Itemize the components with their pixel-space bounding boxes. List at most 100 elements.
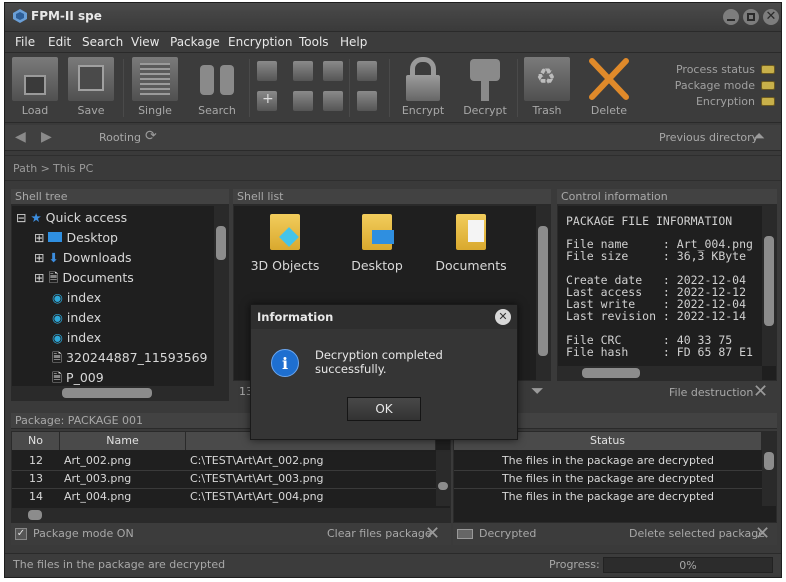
menu-package[interactable]: Package [170,35,220,49]
scrollbar-thumb[interactable] [28,510,42,520]
file-icon: 🗎 [52,350,63,365]
window-title: FPM-II spe [31,9,102,23]
tree-item-file[interactable]: 🗎 P_009 [52,368,104,388]
forward-arrow-icon[interactable]: ▶ [41,129,52,145]
tree-item-index[interactable]: ◉ index [52,308,101,328]
close-button[interactable]: ✕ [763,9,779,25]
scrollbar-thumb[interactable] [764,236,774,326]
drive-icon[interactable] [357,91,377,111]
path-value[interactable]: This PC [53,162,93,175]
menu-edit[interactable]: Edit [48,35,71,49]
list-item-desktop[interactable]: Desktop [342,214,412,273]
delete-x-icon[interactable]: ✕ [755,523,770,545]
rooting-label[interactable]: Rooting [99,131,141,144]
scrollbar-thumb[interactable] [538,226,548,356]
menu-tools[interactable]: Tools [299,35,329,49]
window-icon[interactable] [293,61,313,81]
single-label: Single [138,104,172,117]
cell-path: C:\TEST\Art\Art_004.png [190,490,324,503]
menu-file[interactable]: File [15,35,35,49]
progress-value: 0% [679,559,697,572]
edge-browser-icon: ◉ [52,290,63,305]
menu-search[interactable]: Search [82,35,123,49]
notebook-grid: Status The files in the package are decr… [453,431,777,523]
decrypted-indicator [457,529,473,539]
previous-directory-label[interactable]: Previous directory [659,131,758,144]
refresh-icon[interactable]: ⟳ [145,128,157,144]
tree-item-desktop[interactable]: ⊞ Desktop [34,228,118,248]
dialog-title-bar: Information ✕ [251,305,517,329]
package-info-heading: PACKAGE FILE INFORMATION [566,214,733,228]
tree-item-index[interactable]: ◉ index [52,288,101,308]
cell-name: Art_004.png [64,490,132,503]
package-vertical-scrollbar[interactable] [436,450,450,506]
ok-button[interactable]: OK [347,397,421,421]
search-button[interactable]: Search [189,57,245,119]
single-button[interactable]: Single [127,57,183,119]
list-item-3d-objects[interactable]: 3D Objects [250,214,320,273]
tree-vertical-scrollbar[interactable] [214,206,228,386]
dialog-close-button[interactable]: ✕ [495,309,511,325]
clear-files-package-label[interactable]: Clear files package [327,523,432,545]
menu-view[interactable]: View [131,35,159,49]
tree-item-file[interactable]: 🗎 320244887_1159356974 [52,348,208,368]
search-label: Search [198,104,236,117]
back-arrow-icon[interactable]: ◀ [15,129,26,145]
save-button[interactable]: Save [63,57,119,119]
info-vertical-scrollbar[interactable] [762,206,776,366]
scrollbar-thumb[interactable] [62,388,152,398]
minimize-button[interactable] [723,9,739,25]
scrollbar-thumb[interactable] [438,482,448,490]
close-icon: ✕ [765,9,777,24]
tree-item-quick-access[interactable]: ⊟ ★ Quick access [16,208,127,228]
checklist-icon[interactable] [357,61,377,81]
decrypt-button[interactable]: Decrypt [457,57,513,119]
list-icon[interactable] [323,91,343,111]
decrypt-label: Decrypt [463,104,507,117]
cell-name: Art_002.png [64,454,132,467]
chevron-up-icon[interactable]: ⏶ [753,127,765,145]
menu-encryption[interactable]: Encryption [228,35,292,49]
copy-icon[interactable] [257,61,277,81]
tools-icon[interactable] [293,91,313,111]
maximize-button[interactable] [743,9,759,25]
scrollbar-thumb[interactable] [216,226,226,260]
notebook-vertical-scrollbar[interactable] [762,432,776,506]
star-icon: ★ [30,210,42,225]
encrypt-label: Encrypt [401,104,445,117]
menu-bar: File Edit Search View Package Encryption… [5,31,781,53]
package-horizontal-scrollbar[interactable] [12,508,450,522]
folder-icon [362,214,394,250]
toolbar-separator [349,59,350,117]
scrollbar-thumb[interactable] [582,368,640,378]
chevron-down-icon[interactable]: ⏷ [531,381,544,401]
clear-x-icon[interactable]: ✕ [425,523,440,545]
folder-icon [456,214,486,250]
column-name[interactable]: Name [60,432,186,450]
file-destruction-label[interactable]: File destruction [669,386,753,399]
menu-help[interactable]: Help [340,35,367,49]
encrypt-button[interactable]: Encrypt [395,57,451,119]
column-no[interactable]: No [12,432,60,450]
load-button[interactable]: Load [7,57,63,119]
tree-item-documents[interactable]: ⊞ 🗎 Documents [34,268,134,288]
encryption-led [761,97,775,106]
add-icon[interactable]: + [257,91,277,111]
binoculars-icon [194,57,240,101]
desktop-icon [48,232,63,242]
list-item-documents[interactable]: Documents [434,214,508,273]
tree-item-index[interactable]: ◉ index [52,328,101,348]
info-horizontal-scrollbar[interactable] [558,366,762,380]
tree-item-downloads[interactable]: ⊞ ⬇ Downloads [34,248,132,268]
print-icon[interactable] [323,61,343,81]
list-vertical-scrollbar[interactable] [536,206,550,380]
package-mode-checkbox[interactable]: ✓ [15,528,27,540]
info-icon: i [271,349,299,377]
delete-selected-package-label[interactable]: Delete selected package [629,523,765,545]
toolbar-separator [123,59,124,117]
trash-button[interactable]: ♻ Trash [519,57,575,119]
scrollbar-thumb[interactable] [764,452,774,470]
delete-button[interactable]: Delete [581,57,637,119]
tree-horizontal-scrollbar[interactable] [12,386,228,400]
destroy-x-icon[interactable]: ✕ [753,381,768,402]
